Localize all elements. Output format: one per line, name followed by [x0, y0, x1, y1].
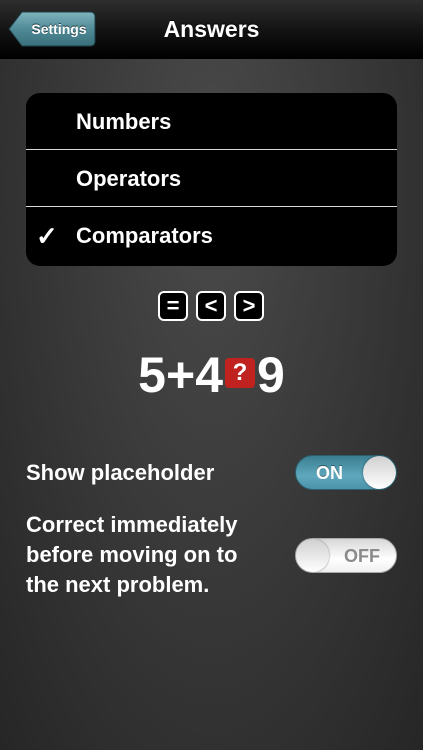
example-operator: + [165, 346, 196, 403]
example-middle-operand: 4 [195, 346, 223, 403]
answer-type-label: Operators [76, 166, 182, 191]
page-title: Answers [163, 16, 260, 42]
show-placeholder-label: Show placeholder [26, 460, 215, 485]
example-left-operand: 5 [138, 346, 166, 403]
greater-than-symbol-icon: > [234, 291, 264, 321]
correct-immediately-label-line-1: Correct immediately [26, 512, 238, 537]
answer-type-operators[interactable]: Operators [26, 150, 397, 207]
correct-immediately-toggle[interactable]: OFF [295, 538, 397, 573]
checkmark-icon: ✓ [36, 221, 58, 251]
navigation-bar: Settings Answers [0, 0, 423, 59]
answer-type-label: Comparators [76, 223, 213, 248]
less-than-symbol-icon: < [196, 291, 226, 321]
comparator-preview: = < > [158, 291, 268, 325]
toggle-knob [296, 539, 329, 572]
placeholder-icon: ? [225, 357, 255, 388]
answer-type-numbers[interactable]: Numbers [26, 93, 397, 150]
answer-type-comparators[interactable]: ✓ Comparators [26, 207, 397, 264]
example-problem: 5+4? 9 [0, 340, 423, 403]
toggle-state-label: ON [316, 463, 343, 483]
show-placeholder-toggle[interactable]: ON [295, 455, 397, 490]
answer-type-list: Numbers Operators ✓ Comparators [26, 93, 397, 266]
correct-immediately-label-line-2: before moving on to [26, 542, 238, 567]
answer-type-label: Numbers [76, 109, 172, 134]
toggle-state-label: OFF [344, 546, 380, 566]
correct-immediately-label-line-3: the next problem. [26, 572, 210, 597]
example-result: 9 [257, 346, 285, 403]
toggle-knob [363, 456, 396, 489]
equals-symbol-icon: = [158, 291, 188, 321]
